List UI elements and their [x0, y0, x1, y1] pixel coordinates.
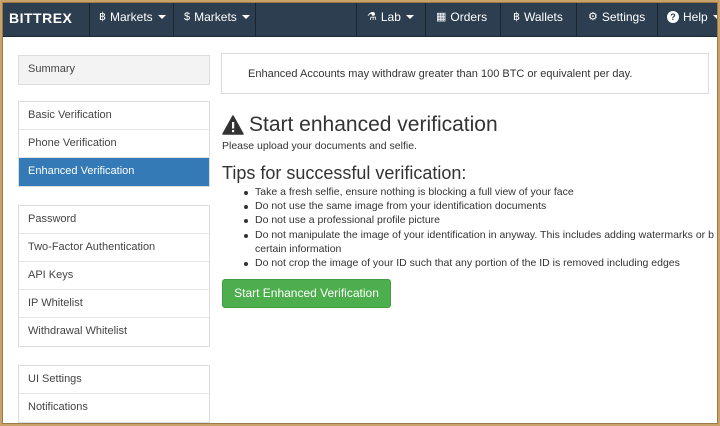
sidebar-item-ip-whitelist[interactable]: IP Whitelist: [19, 290, 209, 318]
list-item: Take a fresh selfie, ensure nothing is b…: [244, 185, 717, 199]
browser-frame: BITTREX ฿ Markets $ Markets ⚗ Lab ▦ Orde…: [2, 2, 718, 424]
tips-heading: Tips for successful verification:: [222, 163, 467, 183]
page-title-text: Start enhanced verification: [249, 113, 498, 136]
nav-divider: [255, 3, 256, 37]
nav-divider: [173, 3, 174, 37]
nav-divider: [576, 3, 577, 37]
sidebar-item-enhanced-verification[interactable]: Enhanced Verification: [19, 158, 209, 186]
warning-icon: [222, 115, 244, 135]
nav-wallets[interactable]: ฿ Wallets: [513, 3, 563, 37]
nav-label: Markets: [194, 10, 237, 24]
nav-divider: [657, 3, 658, 37]
page-subtitle: Please upload your documents and selfie.: [222, 140, 417, 152]
list-item: Do not use a professional profile pictur…: [244, 213, 717, 227]
sidebar-item-withdrawal-whitelist[interactable]: Withdrawal Whitelist: [19, 318, 209, 346]
sidebar-item-phone-verification[interactable]: Phone Verification: [19, 130, 209, 158]
sidebar-group-verification: Basic Verification Phone Verification En…: [18, 101, 210, 187]
caret-down-icon: [712, 15, 717, 19]
start-enhanced-verification-button[interactable]: Start Enhanced Verification: [222, 279, 391, 308]
page-title: Start enhanced verification: [222, 113, 498, 137]
gear-icon: ⚙: [588, 11, 598, 23]
nav-label: Settings: [601, 10, 646, 24]
list-item: Do not manipulate the image of your iden…: [244, 228, 717, 256]
caret-down-icon: [157, 15, 166, 19]
sidebar-group-security: Password Two-Factor Authentication API K…: [18, 205, 210, 347]
dollar-icon: $: [184, 11, 191, 23]
list-item: Do not use the same image from your iden…: [244, 199, 717, 213]
sidebar-item-notifications[interactable]: Notifications: [19, 394, 209, 422]
nav-label: Help: [683, 10, 708, 24]
sidebar-item-password[interactable]: Password: [19, 206, 209, 234]
tips-list: Take a fresh selfie, ensure nothing is b…: [244, 185, 717, 270]
sidebar-item-summary[interactable]: Summary: [19, 56, 209, 84]
sidebar-item-two-factor[interactable]: Two-Factor Authentication: [19, 234, 209, 262]
question-icon: ?: [667, 11, 679, 23]
nav-divider: [89, 3, 90, 37]
sidebar-group-summary: Summary: [18, 55, 210, 85]
sidebar-item-basic-verification[interactable]: Basic Verification: [19, 102, 209, 130]
nav-label: Lab: [380, 10, 401, 24]
info-alert: Enhanced Accounts may withdraw greater t…: [221, 53, 709, 94]
list-item: Do not crop the image of your ID such th…: [244, 256, 717, 270]
sidebar-item-ui-settings[interactable]: UI Settings: [19, 366, 209, 394]
nav-orders[interactable]: ▦ Orders: [436, 3, 487, 37]
flask-icon: ⚗: [367, 11, 377, 23]
nav-divider: [356, 3, 357, 37]
nav-label: Wallets: [524, 10, 563, 24]
nav-settings[interactable]: ⚙ Settings: [588, 3, 645, 37]
nav-markets-usd[interactable]: $ Markets: [184, 3, 250, 37]
bitcoin-icon: ฿: [99, 11, 106, 23]
top-navbar: BITTREX ฿ Markets $ Markets ⚗ Lab ▦ Orde…: [3, 3, 717, 37]
brand-logo[interactable]: BITTREX: [9, 10, 72, 26]
nav-markets-btc[interactable]: ฿ Markets: [99, 3, 166, 37]
sidebar-group-preferences: UI Settings Notifications: [18, 365, 210, 423]
nav-help[interactable]: ? Help: [667, 3, 717, 37]
caret-down-icon: [241, 15, 250, 19]
sidebar-item-api-keys[interactable]: API Keys: [19, 262, 209, 290]
nav-divider: [425, 3, 426, 37]
caret-down-icon: [405, 15, 414, 19]
nav-label: Markets: [110, 10, 153, 24]
nav-divider: [500, 3, 501, 37]
bitcoin-icon: ฿: [513, 11, 520, 23]
nav-label: Orders: [450, 10, 488, 24]
calendar-icon: ▦: [436, 11, 447, 23]
nav-lab[interactable]: ⚗ Lab: [367, 3, 414, 37]
